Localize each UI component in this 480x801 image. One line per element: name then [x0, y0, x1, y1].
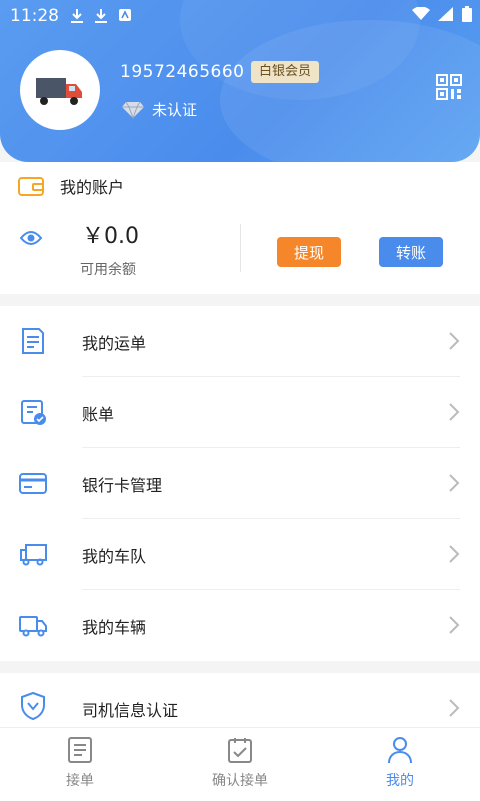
chevron-right-icon — [449, 332, 460, 350]
menu-item-bank-card[interactable]: 银行卡管理 — [0, 448, 480, 519]
divider — [240, 224, 241, 272]
tab-orders[interactable]: 接单 — [0, 728, 160, 801]
tab-label: 我的 — [386, 773, 414, 789]
signal-icon — [438, 7, 453, 21]
battery-icon — [462, 6, 472, 22]
fleet-icon — [20, 544, 47, 566]
tab-label: 确认接单 — [212, 773, 268, 789]
status-time: 11:28 — [10, 6, 59, 26]
eye-icon[interactable] — [20, 230, 42, 246]
download-icon — [71, 9, 83, 23]
menu-item-label: 司机信息认证 — [82, 701, 179, 720]
menu-item-label: 账单 — [82, 405, 115, 424]
avatar[interactable] — [20, 50, 100, 130]
tab-confirm-orders[interactable]: 确认接单 — [160, 728, 320, 801]
menu-item-label: 我的车辆 — [82, 618, 147, 637]
document-icon — [22, 328, 44, 354]
withdraw-button[interactable]: 提现 — [277, 237, 341, 267]
menu-item-fleet[interactable]: 我的车队 — [0, 519, 480, 590]
account-title: 我的账户 — [60, 178, 125, 197]
download-icon — [95, 9, 107, 23]
transfer-button[interactable]: 转账 — [379, 237, 443, 267]
status-bar: 11:28 — [0, 0, 480, 32]
bill-icon — [21, 400, 46, 425]
vehicle-icon — [19, 616, 47, 637]
certification-status[interactable]: 未认证 — [122, 99, 197, 120]
status-system — [412, 6, 472, 22]
phone-number: 19572465660 — [120, 62, 245, 82]
account-title-row[interactable]: 我的账户 — [18, 174, 124, 198]
wallet-icon — [18, 177, 44, 196]
menu-item-vehicle[interactable]: 我的车辆 — [0, 590, 480, 661]
balance-label: 可用余额 — [80, 262, 136, 278]
status-notifications — [70, 8, 132, 24]
chevron-right-icon — [449, 699, 460, 717]
menu-item-waybill[interactable]: 我的运单 — [0, 306, 480, 377]
profile-header: 11:28 19572465660 白银会员 未认证 — [0, 0, 480, 162]
menu-item-label: 我的运单 — [82, 334, 147, 353]
bottom-tab-bar: 接单 确认接单 我的 — [0, 727, 480, 801]
qr-code-icon — [436, 74, 462, 100]
menu-item-label: 我的车队 — [82, 547, 147, 566]
menu-list: 我的运单 账单 银行卡管理 我的车队 我的车辆 — [0, 306, 480, 661]
wifi-icon — [412, 7, 430, 20]
confirm-order-icon — [228, 738, 252, 763]
chevron-right-icon — [449, 474, 460, 492]
truck-icon — [36, 78, 82, 105]
user-icon — [388, 737, 412, 764]
shield-icon — [21, 691, 45, 721]
chevron-right-icon — [449, 403, 460, 421]
chevron-right-icon — [449, 545, 460, 563]
menu-item-bill[interactable]: 账单 — [0, 377, 480, 448]
certification-label: 未认证 — [152, 101, 198, 119]
menu-item-label: 银行卡管理 — [82, 476, 163, 495]
bank-card-icon — [19, 473, 47, 494]
member-badge: 白银会员 — [251, 61, 320, 83]
tab-mine[interactable]: 我的 — [320, 728, 480, 801]
app-notification-icon — [119, 9, 131, 21]
menu-list-secondary: 司机信息认证 — [0, 673, 480, 733]
tab-label: 接单 — [66, 773, 94, 789]
balance-amount: ￥0.0 — [82, 224, 139, 249]
chevron-right-icon — [449, 616, 460, 634]
qr-code-button[interactable] — [436, 74, 462, 104]
diamond-icon — [122, 101, 144, 119]
order-icon — [68, 737, 92, 763]
